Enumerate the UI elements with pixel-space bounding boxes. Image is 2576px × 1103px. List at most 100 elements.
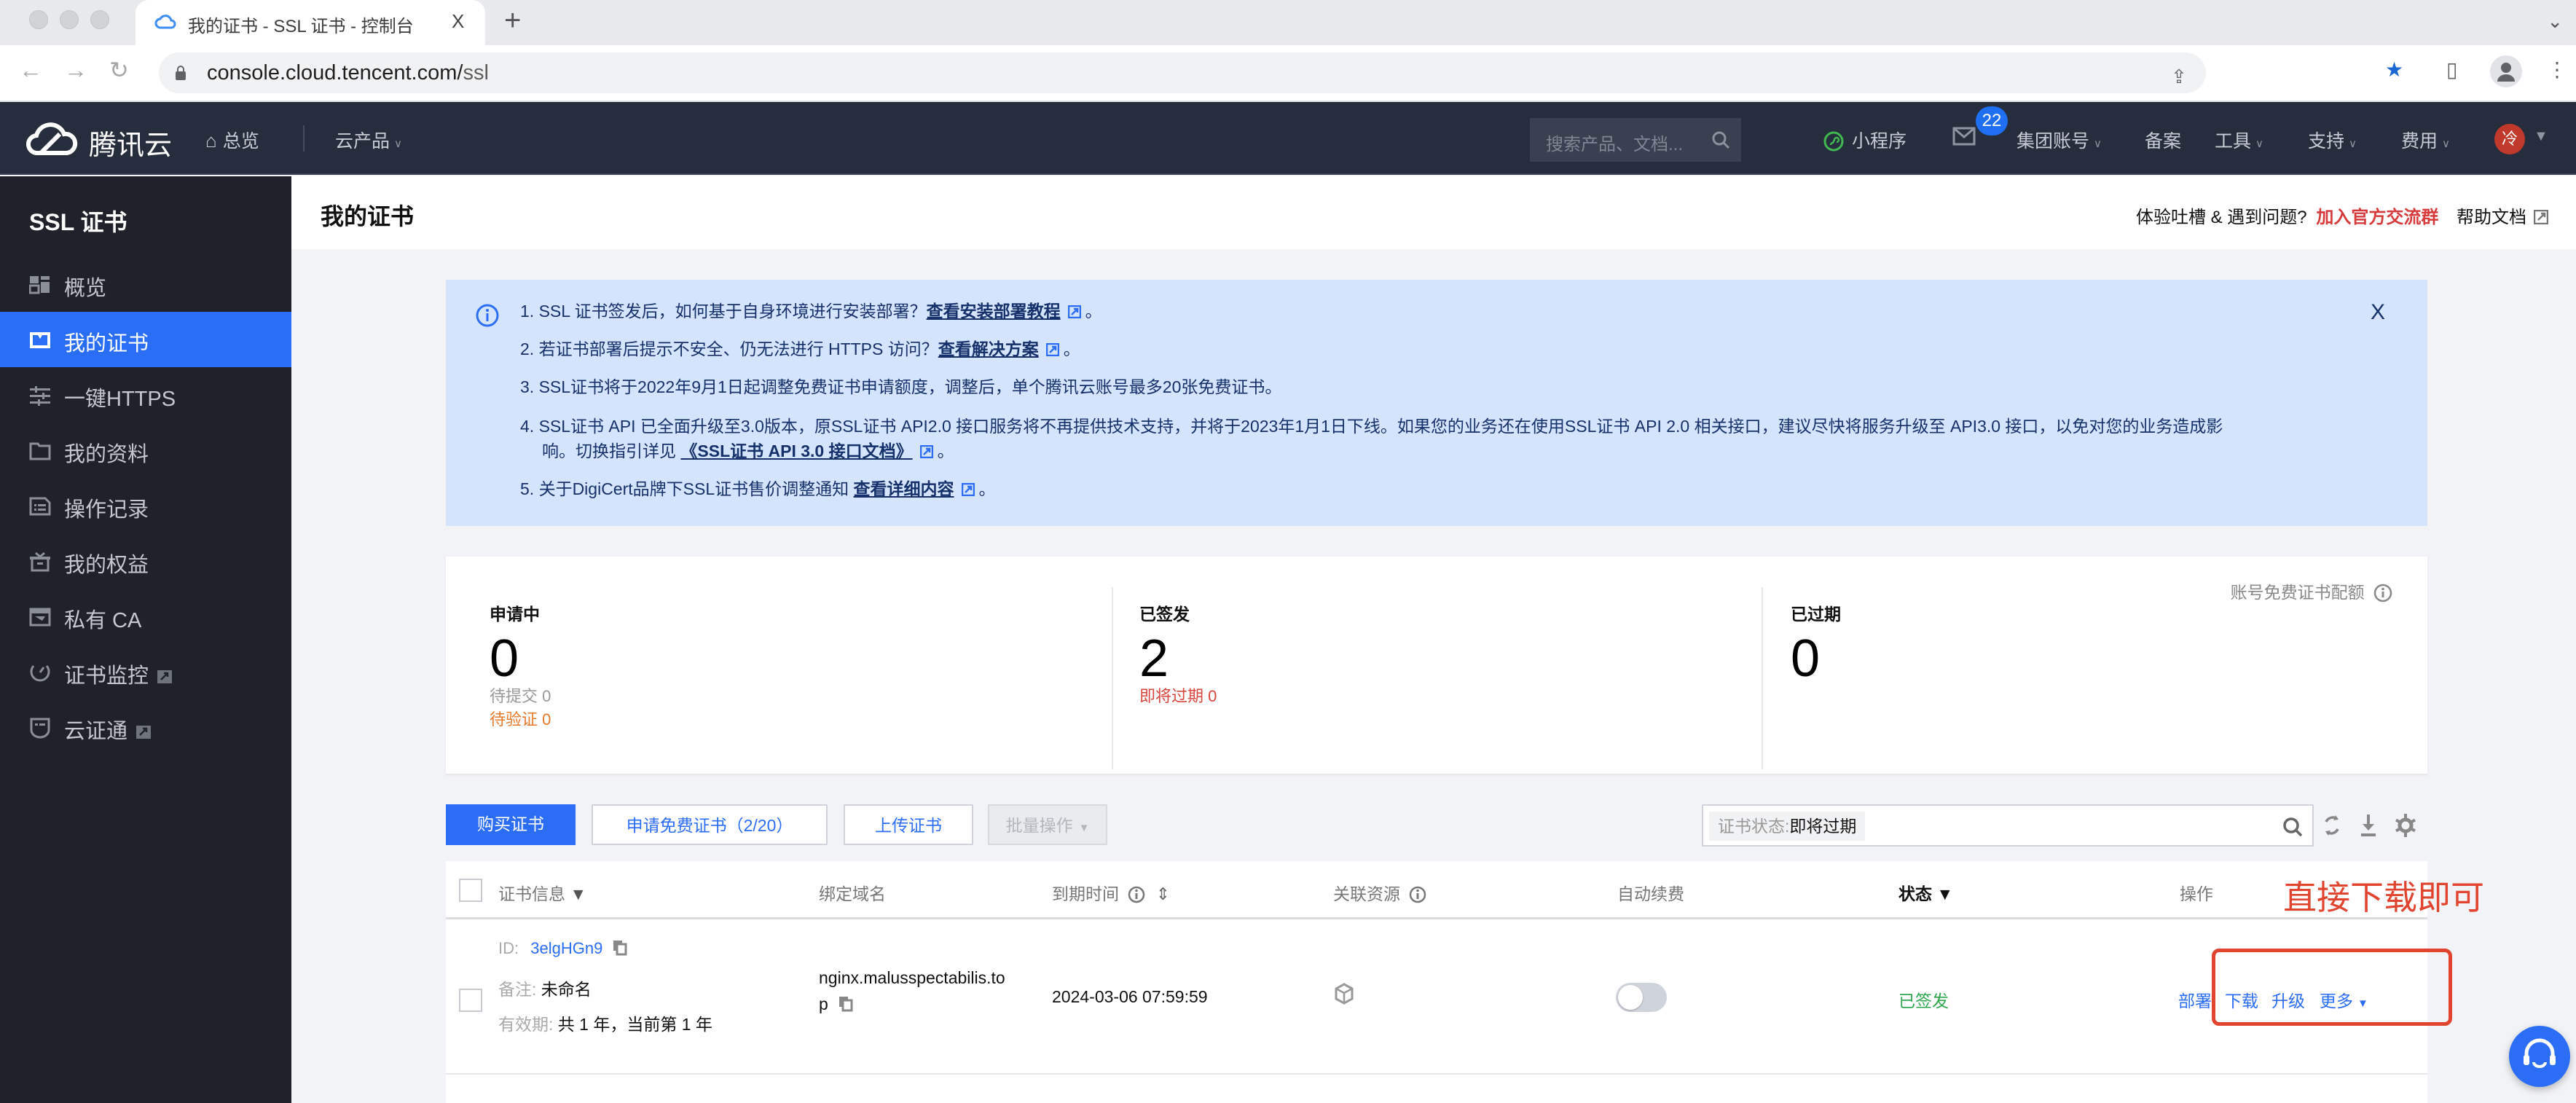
join-group-link[interactable]: 加入官方交流群	[2316, 208, 2438, 227]
refresh-icon[interactable]	[2321, 813, 2343, 838]
upload-certificate-button[interactable]: 上传证书	[844, 804, 973, 845]
sidebar-item-my-benefits[interactable]: 我的权益	[0, 533, 291, 589]
console-top-nav: 腾讯云 ⌂ 总览 云产品 ∨ 搜索产品、文档... 小程序 22 集团账号 ∨ 备案 …	[0, 102, 2576, 175]
window-minimize-button[interactable]	[60, 10, 79, 29]
related-resource-icon[interactable]	[1335, 983, 1354, 1005]
sidebar-title: SSL 证书	[29, 209, 127, 235]
select-all-checkbox[interactable]	[459, 879, 482, 902]
share-icon[interactable]: ⇪	[2171, 67, 2187, 86]
external-link-icon	[961, 483, 975, 496]
window-close-button[interactable]	[29, 10, 48, 29]
log-icon	[29, 497, 51, 516]
feedback-text: 体验吐槽 & 遇到问题?	[2135, 208, 2307, 227]
nav-cloud-products[interactable]: 云产品 ∨	[335, 127, 402, 153]
stat-label: 已签发	[1139, 605, 1190, 624]
auto-renew-toggle[interactable]	[1616, 983, 1667, 1012]
settings-gear-icon[interactable]	[2394, 813, 2417, 838]
nav-mini-program[interactable]: 小程序	[1823, 127, 1907, 153]
filter-tag[interactable]: 证书状态:即将过期	[1709, 812, 1866, 841]
new-tab-button[interactable]: +	[504, 6, 521, 35]
expire-time: 2024-03-06 07:59:59	[1052, 987, 1208, 1006]
status-badge: 已签发	[1898, 992, 1949, 1010]
free-quota-label[interactable]: 账号免费证书配额	[2231, 578, 2392, 603]
solution-link[interactable]: 查看解决方案	[938, 339, 1039, 358]
banner-line-4: 4. SSL证书 API 已全面升级至3.0版本，原SSL证书 API2.0 接…	[520, 417, 2223, 436]
column-status[interactable]: 状态 ▼	[1898, 880, 1953, 905]
nav-overview[interactable]: ⌂ 总览	[205, 127, 259, 153]
install-guide-link[interactable]: 查看安装部署教程	[927, 302, 1061, 321]
deploy-link[interactable]: 部署	[2178, 987, 2212, 1012]
sidebar: SSL 证书 概览 我的证书 一键HTTPS 我的资料 操作记录 我的权益 私有…	[0, 176, 291, 1103]
tencent-cloud-favicon-icon	[154, 15, 176, 29]
stat-value: 0	[1791, 629, 1821, 688]
tab-list-chevron-icon[interactable]: ⌄	[2547, 10, 2563, 33]
page-header: 我的证书 体验吐槽 & 遇到问题? 加入官方交流群 帮助文档	[291, 176, 2576, 249]
cert-id-link[interactable]: 3elgHGn9	[530, 939, 602, 957]
back-arrow-icon[interactable]: ←	[19, 58, 42, 82]
sidebar-item-one-click-https[interactable]: 一键HTTPS	[0, 367, 291, 423]
page-title: 我的证书	[321, 203, 415, 229]
batch-operation-button: 批量操作 ▼	[988, 804, 1107, 845]
browser-menu-icon[interactable]: ⋮	[2547, 60, 2567, 80]
browser-tab[interactable]: 我的证书 - SSL 证书 - 控制台 X	[136, 0, 485, 45]
column-expire-time[interactable]: 到期时间 ⇕	[1052, 880, 1170, 905]
apply-free-certificate-button[interactable]: 申请免费证书（2/20）	[592, 804, 828, 845]
buy-certificate-button[interactable]: 购买证书	[446, 804, 576, 845]
banner-line-1: 1. SSL 证书签发后，如何基于自身环境进行安装部署？查看安装部署教程。	[520, 302, 1102, 321]
dashboard-icon	[29, 276, 50, 294]
customer-service-button[interactable]	[2509, 1026, 2570, 1087]
chevron-down-icon: ∨	[2255, 138, 2263, 150]
nav-billing[interactable]: 费用 ∨	[2401, 127, 2450, 153]
mini-program-icon	[1823, 131, 1844, 152]
reload-icon[interactable]: ↻	[109, 58, 129, 82]
window-maximize-button[interactable]	[90, 10, 109, 29]
column-cert-info[interactable]: 证书信息 ▼	[498, 880, 586, 905]
nav-divider	[303, 125, 305, 152]
console-search-input[interactable]: 搜索产品、文档...	[1530, 118, 1741, 162]
chevron-down-icon: ∨	[2349, 138, 2357, 150]
sidebar-item-private-ca[interactable]: 私有 CA	[0, 589, 291, 644]
copy-icon[interactable]	[613, 940, 627, 956]
sliders-icon	[30, 386, 50, 406]
search-icon[interactable]	[2282, 816, 2304, 838]
price-notice-link[interactable]: 查看详细内容	[854, 479, 954, 498]
filter-icon: ▼	[1936, 884, 1954, 903]
user-menu-caret-icon[interactable]: ▼	[2534, 128, 2548, 145]
stat-label: 申请中	[490, 605, 540, 624]
sidebar-item-overview[interactable]: 概览	[0, 256, 291, 312]
sidebar-item-yunzhengtong[interactable]: 云证通	[0, 699, 291, 755]
mail-icon[interactable]	[1952, 127, 1976, 151]
banner-close-icon[interactable]: X	[2371, 302, 2385, 323]
private-ca-icon	[29, 608, 51, 627]
help-docs-link[interactable]: 帮助文档	[2457, 208, 2549, 227]
filter-search-input[interactable]: 证书状态:即将过期	[1702, 804, 2314, 847]
nav-group-account[interactable]: 集团账号 ∨	[2017, 127, 2102, 153]
column-actions: 操作	[2180, 884, 2213, 903]
api-doc-link[interactable]: 《SSL证书 API 3.0 接口文档》	[680, 441, 912, 460]
download-icon[interactable]	[2359, 813, 2378, 838]
forward-arrow-icon[interactable]: →	[64, 58, 87, 82]
sidepanel-icon[interactable]: ▯	[2446, 60, 2457, 80]
info-icon	[1410, 886, 1426, 903]
nav-support[interactable]: 支持 ∨	[2308, 127, 2357, 153]
certificate-stats-panel: 申请中 0 待提交 0 待验证 0 已签发 2 即将过期 0 已过期 0 账号免…	[446, 557, 2427, 774]
search-icon[interactable]	[1711, 130, 1731, 150]
external-link-icon	[157, 670, 173, 684]
profile-avatar-icon[interactable]	[2490, 55, 2522, 87]
bookmark-star-icon[interactable]: ★	[2385, 60, 2403, 80]
caret-down-icon: ▼	[1078, 822, 1090, 834]
sidebar-item-my-certificates[interactable]: 我的证书	[0, 312, 291, 367]
sidebar-item-operation-log[interactable]: 操作记录	[0, 478, 291, 533]
external-link-icon	[2533, 209, 2549, 225]
sidebar-item-my-info[interactable]: 我的资料	[0, 423, 291, 478]
nav-beian[interactable]: 备案	[2145, 127, 2181, 153]
tab-close-icon[interactable]: X	[452, 10, 464, 33]
row-checkbox[interactable]	[459, 989, 482, 1012]
user-avatar[interactable]: 冷	[2494, 124, 2525, 154]
tencent-cloud-logo-icon	[26, 122, 78, 156]
sort-icon: ⇕	[1155, 884, 1171, 903]
sidebar-item-cert-monitor[interactable]: 证书监控	[0, 644, 291, 699]
copy-icon[interactable]	[839, 996, 853, 1012]
url-input[interactable]: console.cloud.tencent.com/ssl ⇪	[159, 52, 2206, 93]
nav-tools[interactable]: 工具 ∨	[2215, 127, 2263, 153]
